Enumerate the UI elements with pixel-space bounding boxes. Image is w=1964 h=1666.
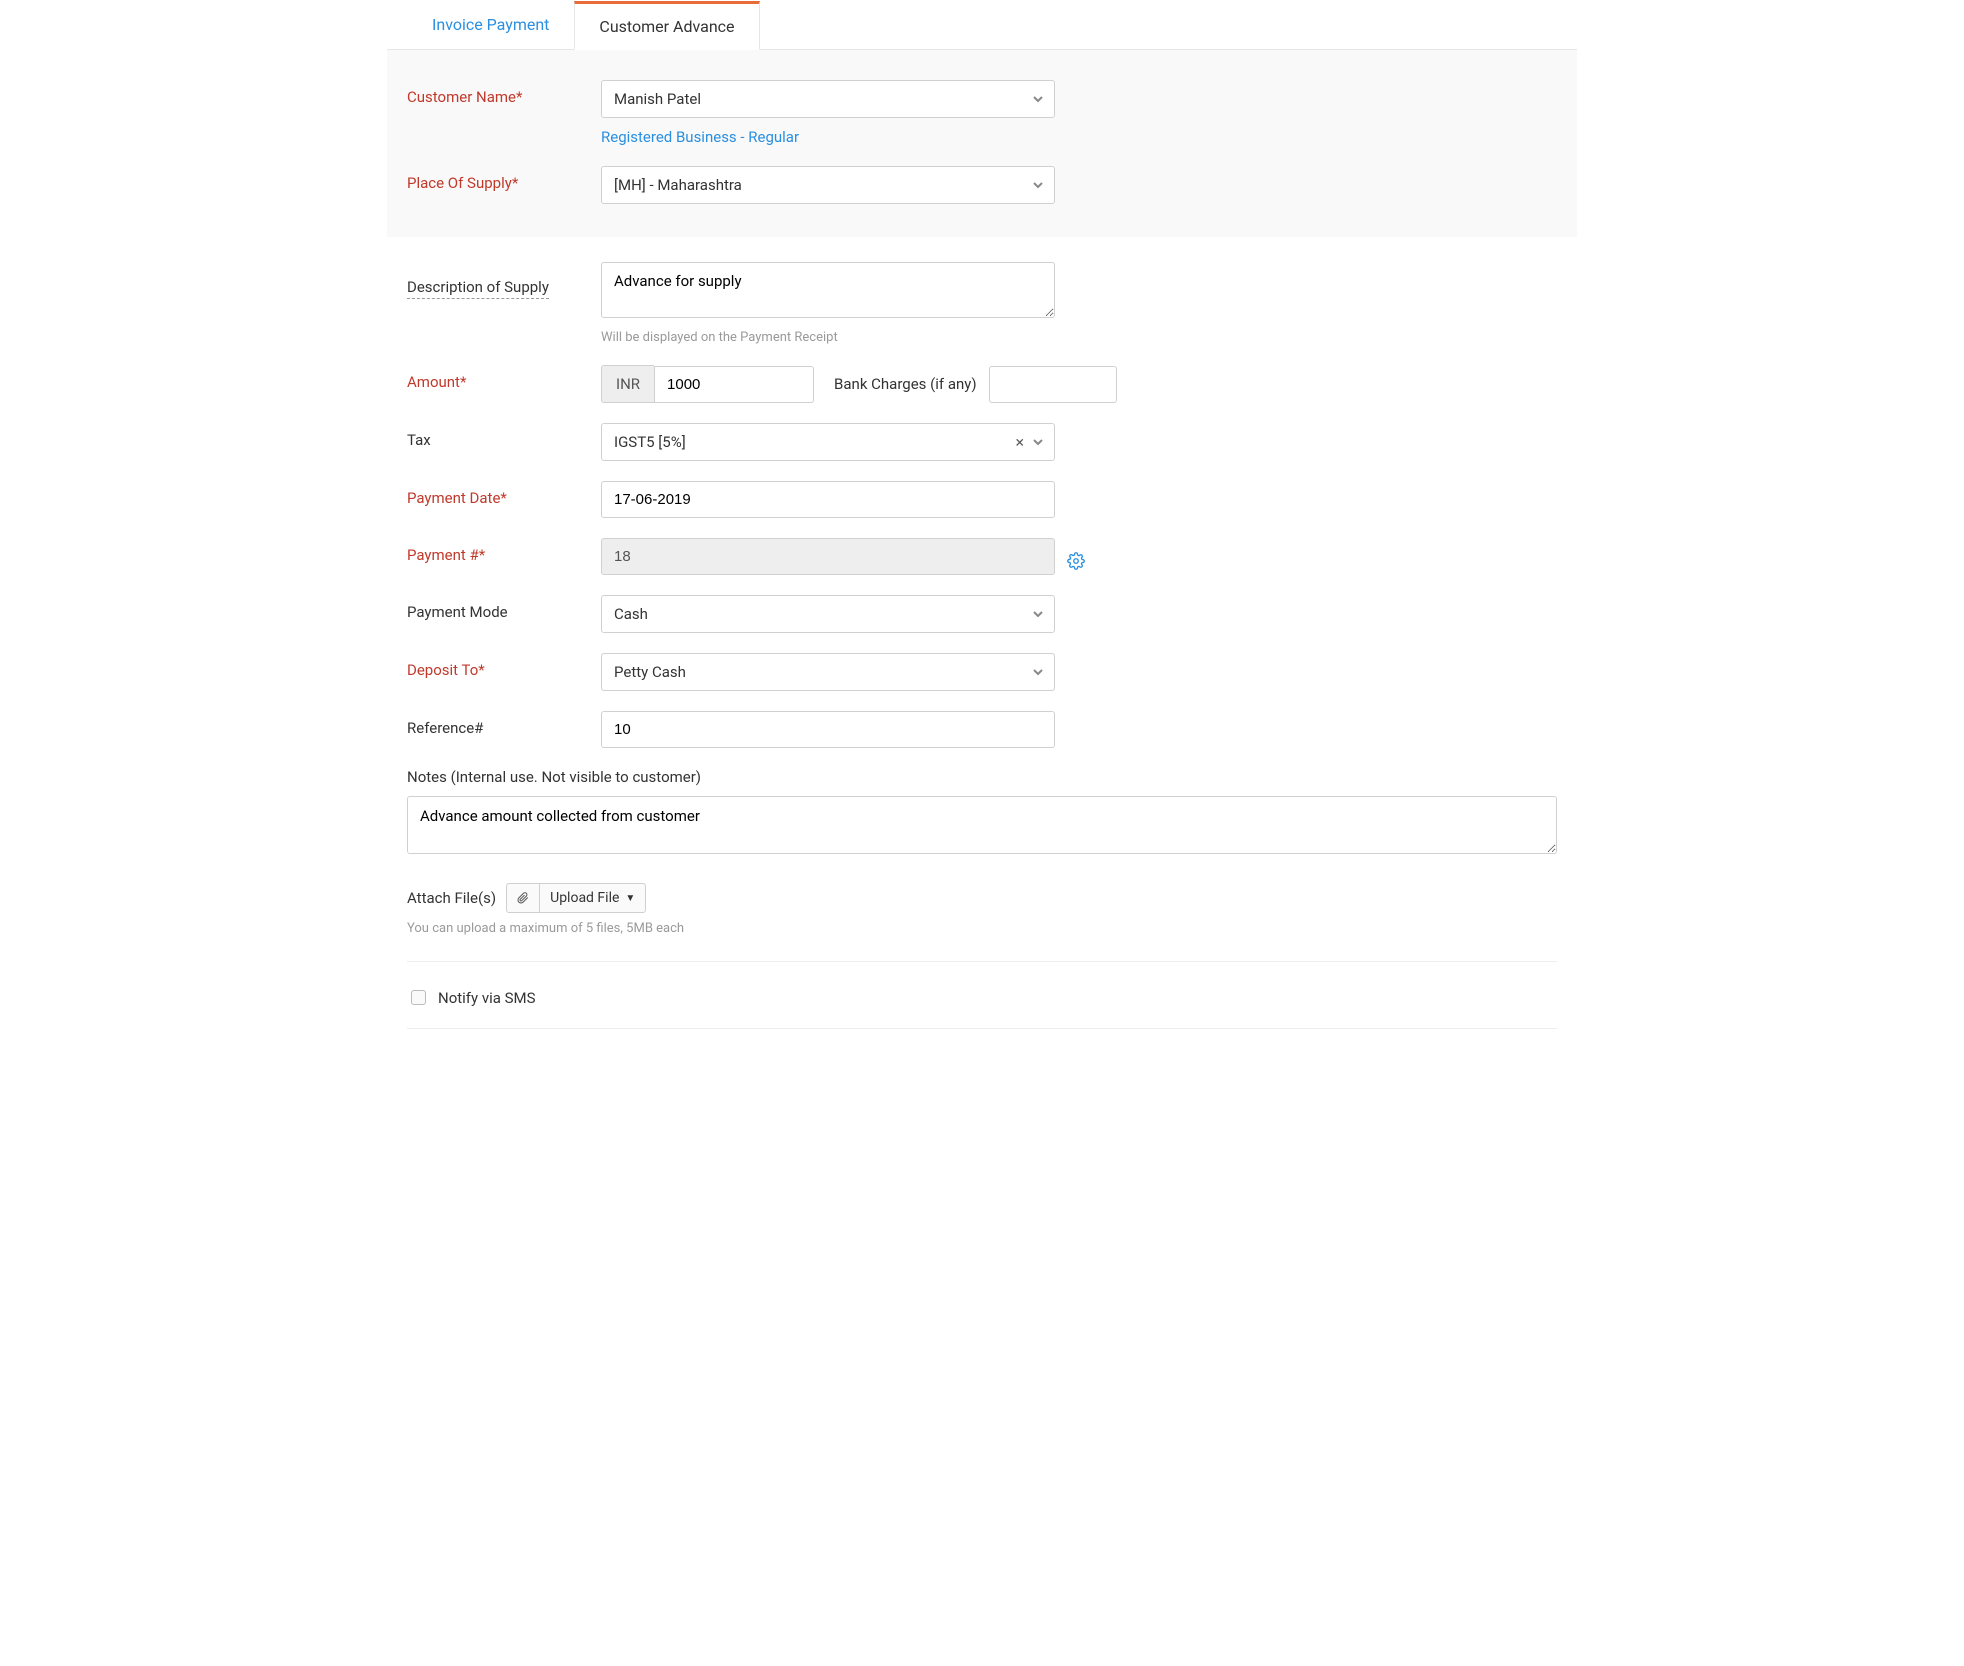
notify-sms-label: Notify via SMS <box>438 989 536 1007</box>
payment-mode-label: Payment Mode <box>407 595 601 621</box>
chevron-down-icon <box>1032 436 1044 448</box>
deposit-to-select[interactable]: Petty Cash <box>601 653 1055 691</box>
notify-sms-checkbox[interactable] <box>411 990 426 1005</box>
attachment-icon-button[interactable] <box>506 883 539 913</box>
currency-prefix: INR <box>601 365 654 403</box>
deposit-to-label: Deposit To* <box>407 653 601 679</box>
chevron-down-icon <box>1032 608 1044 620</box>
chevron-down-icon <box>1032 179 1044 191</box>
customer-name-label: Customer Name* <box>407 80 601 106</box>
tab-invoice-payment[interactable]: Invoice Payment <box>407 1 574 50</box>
clear-icon[interactable]: × <box>1015 433 1024 452</box>
tab-customer-advance[interactable]: Customer Advance <box>574 1 759 50</box>
notes-label: Notes (Internal use. Not visible to cust… <box>407 768 1557 786</box>
description-textarea[interactable] <box>601 262 1055 318</box>
amount-input[interactable] <box>654 366 814 403</box>
payment-mode-value: Cash <box>614 605 648 623</box>
payment-number-input[interactable] <box>601 538 1055 575</box>
place-of-supply-select[interactable]: [MH] - Maharashtra <box>601 166 1055 204</box>
separator <box>407 961 1557 962</box>
deposit-to-value: Petty Cash <box>614 663 686 681</box>
payment-number-label: Payment #* <box>407 538 601 564</box>
upload-file-button[interactable]: Upload File ▼ <box>539 883 646 913</box>
payment-date-input[interactable] <box>601 481 1055 518</box>
customer-name-select[interactable]: Manish Patel <box>601 80 1055 118</box>
chevron-down-icon <box>1032 666 1044 678</box>
place-of-supply-label: Place Of Supply* <box>407 166 601 192</box>
tabs-bar: Invoice Payment Customer Advance <box>387 0 1577 50</box>
tax-select[interactable]: IGST5 [5%] × <box>601 423 1055 461</box>
reference-label: Reference# <box>407 711 601 737</box>
separator <box>407 1028 1557 1029</box>
chevron-down-icon <box>1032 93 1044 105</box>
amount-label: Amount* <box>407 365 601 391</box>
notes-textarea[interactable] <box>407 796 1557 854</box>
bank-charges-label: Bank Charges (if any) <box>834 375 977 393</box>
payment-date-label: Payment Date* <box>407 481 601 507</box>
tax-label: Tax <box>407 423 601 449</box>
customer-name-value: Manish Patel <box>614 90 701 108</box>
tax-value: IGST5 [5%] <box>614 433 686 451</box>
attach-files-label: Attach File(s) <box>407 889 496 907</box>
gear-icon[interactable] <box>1067 538 1085 575</box>
customer-type-link[interactable]: Registered Business - Regular <box>601 128 1061 146</box>
reference-input[interactable] <box>601 711 1055 748</box>
description-label: Description of Supply <box>407 270 549 299</box>
place-of-supply-value: [MH] - Maharashtra <box>614 176 742 194</box>
upload-file-label: Upload File <box>550 890 619 906</box>
attach-hint: You can upload a maximum of 5 files, 5MB… <box>407 921 1557 936</box>
bank-charges-input[interactable] <box>989 366 1117 403</box>
caret-down-icon: ▼ <box>625 893 635 904</box>
payment-mode-select[interactable]: Cash <box>601 595 1055 633</box>
description-hint: Will be displayed on the Payment Receipt <box>601 330 1061 345</box>
